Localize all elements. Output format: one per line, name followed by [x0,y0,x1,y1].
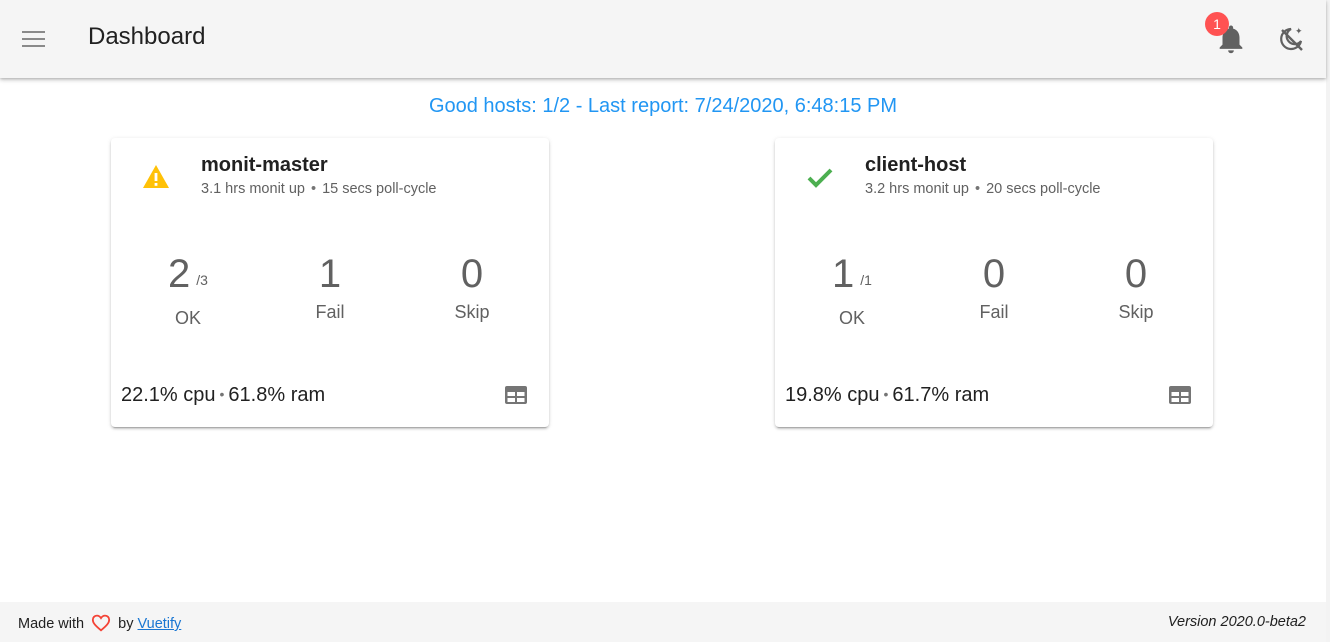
by-label: by [118,616,134,632]
skip-count: 0 [1124,252,1148,296]
ok-label: OK [838,308,865,328]
check-icon [807,168,833,188]
separator-dot: • [310,181,317,197]
skip-count: 0 [460,252,484,296]
host-meta: 3.2 hrs monit up • 20 secs poll-cycle [865,181,1101,197]
menu-icon-bar [22,45,45,47]
cpu-usage: 19.8% cpu [785,384,880,406]
details-table-button[interactable] [503,383,529,407]
details-table-button[interactable] [1167,383,1193,407]
ok-count: 1 [832,252,855,296]
fail-label: Fail [979,302,1009,322]
theme-toggle-button[interactable]: ✦ [1274,22,1308,56]
made-with-label: Made with [18,616,85,632]
stat-ok: 2/3 OK [128,250,248,329]
uptime: 3.2 hrs monit up [865,181,969,197]
stat-skip: 0 Skip [412,250,532,323]
separator-dot: • [219,386,225,402]
stat-skip: 0 Skip [1076,250,1196,323]
host-card-client-host: client-host 3.2 hrs monit up • 20 secs pol… [775,138,1213,427]
stat-ok: 1/1 OK [792,250,912,329]
resource-usage: 22.1% cpu • 61.8% ram [121,384,325,407]
svg-text:✦: ✦ [1295,27,1303,37]
version-text: Version 2020.0-beta2 [1167,614,1306,630]
fail-label: Fail [315,302,345,322]
ram-usage: 61.8% ram [228,384,326,406]
table-icon [505,386,527,404]
made-with-text: Made with by Vuetify [18,614,181,632]
stat-fail: 1 Fail [270,250,390,323]
table-icon [1169,386,1191,404]
theme-night-icon: ✦ [1280,27,1303,51]
skip-label: Skip [454,302,490,322]
fail-count: 0 [982,252,1006,296]
menu-icon [22,31,45,33]
stat-fail: 0 Fail [934,250,1054,323]
ok-count: 2 [168,252,191,296]
page-title: Dashboard [88,23,206,50]
host-name: client-host [865,154,967,176]
ok-total: /1 [860,272,872,288]
separator-dot: • [883,386,889,402]
ok-label: OK [174,308,201,328]
vuetify-link[interactable]: Vuetify [138,616,182,632]
notification-badge: 1 [1205,12,1229,36]
uptime: 3.1 hrs monit up [201,181,305,197]
menu-icon-bar [22,38,45,40]
poll-cycle: 20 secs poll-cycle [986,181,1101,197]
fail-count: 1 [318,252,342,296]
footer: Made with by Vuetify Version 2020.0-beta… [0,602,1326,642]
ram-usage: 61.7% ram [892,384,990,406]
cpu-usage: 22.1% cpu [121,384,216,406]
summary-status: Good hosts: 1/2 - Last report: 7/24/2020… [428,95,898,117]
host-meta: 3.1 hrs monit up • 15 secs poll-cycle [201,181,437,197]
ok-total: /3 [196,272,208,288]
host-card-monit-master: monit-master 3.1 hrs monit up • 15 secs po… [111,138,549,427]
resource-usage: 19.8% cpu • 61.7% ram [785,384,989,407]
poll-cycle: 15 secs poll-cycle [322,181,437,197]
app-bar: Dashboard 1 ✦ [0,0,1326,78]
menu-button[interactable] [14,22,52,56]
separator-dot: • [974,181,981,197]
skip-label: Skip [1118,302,1154,322]
host-name: monit-master [201,154,328,176]
warning-icon [143,165,169,188]
heart-icon [92,614,111,632]
scrollbar[interactable] [1326,0,1330,642]
